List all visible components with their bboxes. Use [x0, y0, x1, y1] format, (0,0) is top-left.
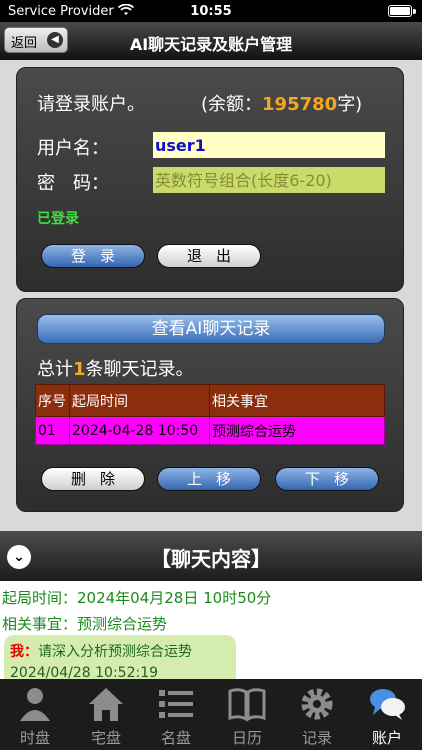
house-icon: [89, 688, 123, 721]
column-header: 起局时间: [69, 384, 210, 417]
tab-label: 日历: [231, 729, 262, 747]
move-down-button[interactable]: 下移: [275, 467, 379, 491]
table-row[interactable]: 01 2024-04-28 10:50 预测综合运势: [35, 416, 385, 445]
page-title: AI聊天记录及账户管理: [129, 35, 293, 54]
list-icon: [159, 690, 193, 718]
balance-value: 195780: [262, 94, 338, 115]
login-prompt: 请登录账户。: [37, 94, 145, 115]
records-table: 序号 起局时间 相关事宜 01 2024-04-28 10:50 预测综合运势: [35, 384, 385, 445]
clock: 10:55: [190, 4, 232, 19]
tab-label: 账户: [371, 729, 402, 747]
password-label: 密 码：: [37, 173, 109, 194]
logout-button[interactable]: 退出: [157, 244, 261, 268]
book-icon: [228, 688, 266, 722]
balance: (余额：195780字): [201, 90, 362, 116]
column-header: 相关事宜: [209, 384, 385, 417]
table-cell: 01: [35, 416, 70, 445]
gear-icon: [301, 688, 333, 720]
table-cell: 2024-04-28 10:50: [69, 416, 210, 445]
chat-matter: 相关事宜：预测综合运势: [2, 615, 168, 633]
chat-bubbles-icon: [370, 689, 405, 720]
login-button[interactable]: 登录: [41, 244, 145, 268]
login-panel: 请登录账户。 (余额：195780字) 用户名： 密 码： 已登录 登录 退出: [16, 67, 404, 292]
total-suffix: 条聊天记录。: [85, 359, 194, 380]
tab-bar: 时盘 宅盘 名盘 日历 记录 账户: [0, 679, 422, 750]
records-panel: 查看AI聊天记录 总计1条聊天记录。 序号 起局时间 相关事宜 01 2024-…: [16, 298, 404, 512]
nav-bar: 返回 ◀ AI聊天记录及账户管理: [0, 22, 422, 60]
username-label: 用户名：: [37, 138, 109, 159]
chat-bubble: 我：请深入分析预测综合运势 2024/04/28 10:52:19: [4, 635, 236, 681]
tab-zhaipan[interactable]: 宅盘: [71, 679, 141, 750]
chat-start-time: 起局时间：2024年04月28日 10时50分: [2, 589, 272, 607]
status-bar: Service Provider 10:55: [0, 0, 422, 22]
total-prefix: 总计: [37, 359, 73, 380]
username-input[interactable]: [153, 132, 385, 158]
login-status: 已登录: [37, 211, 79, 227]
tab-mingpan[interactable]: 名盘: [141, 679, 211, 750]
tab-rili[interactable]: 日历: [212, 679, 282, 750]
balance-prefix: (余额：: [201, 94, 263, 115]
chat-message: 请深入分析预测综合运势: [38, 644, 192, 660]
total-count: 1: [73, 359, 86, 380]
battery-tip: [413, 9, 416, 14]
balance-suffix: 字): [337, 94, 363, 115]
tab-label: 记录: [301, 729, 332, 747]
chat-header: ⌄ 【聊天内容】: [0, 531, 422, 581]
delete-button[interactable]: 删除: [41, 467, 145, 491]
tab-shipan[interactable]: 时盘: [0, 679, 70, 750]
password-input[interactable]: [153, 167, 385, 193]
tab-zhanghu[interactable]: 账户: [352, 679, 422, 750]
tab-label: 名盘: [160, 729, 191, 747]
records-total: 总计1条聊天记录。: [37, 355, 194, 381]
chat-title: 【聊天内容】: [151, 547, 271, 571]
chat-content: 起局时间：2024年04月28日 10时50分 相关事宜：预测综合运势 我：请深…: [0, 581, 422, 681]
person-icon: [20, 688, 50, 721]
column-header: 序号: [35, 384, 70, 417]
move-up-button[interactable]: 上移: [157, 467, 261, 491]
view-records-button[interactable]: 查看AI聊天记录: [37, 314, 385, 344]
tab-label: 宅盘: [90, 729, 121, 747]
tab-jilu[interactable]: 记录: [282, 679, 352, 750]
battery-icon: [388, 5, 412, 17]
tab-label: 时盘: [19, 729, 50, 747]
table-cell: 预测综合运势: [209, 416, 385, 445]
sender-label: 我：: [10, 644, 38, 660]
table-header-row: 序号 起局时间 相关事宜: [35, 384, 385, 417]
